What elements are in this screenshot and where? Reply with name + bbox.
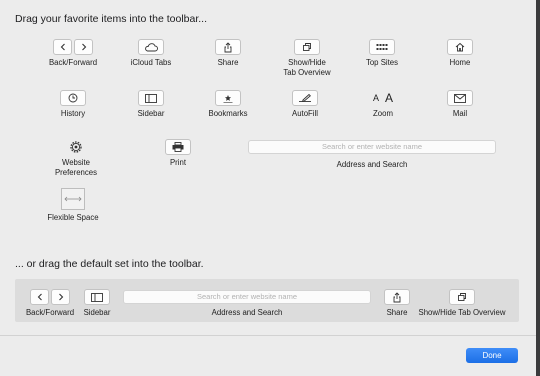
printer-icon [165, 139, 191, 155]
share-icon [215, 39, 241, 55]
home-label: Home [449, 58, 471, 67]
sidebar-icon [84, 289, 110, 305]
icloud-tabs-label: iCloud Tabs [130, 58, 172, 67]
done-button[interactable]: Done [466, 348, 518, 363]
print-item[interactable]: Print [138, 139, 218, 168]
autofill-item[interactable]: AutoFill [265, 90, 345, 119]
address-search-field[interactable]: Search or enter website name [248, 140, 496, 154]
default-set-heading: ... or drag the default set into the too… [15, 258, 204, 270]
cloud-icon [138, 39, 164, 55]
sidebar-item[interactable]: Sidebar [111, 90, 191, 119]
grid-icon [369, 39, 395, 55]
bookmark-star-icon [215, 90, 241, 106]
address-search-label: Address and Search [336, 160, 408, 169]
top-sites-label: Top Sites [365, 58, 399, 67]
back-forward-item[interactable]: Back/Forward [33, 39, 113, 68]
tab-overview-label: Show/Hide Tab Overview [283, 58, 331, 77]
bookmarks-item[interactable]: Bookmarks [188, 90, 268, 119]
default-address-search-field[interactable]: Search or enter website name [123, 290, 371, 304]
flexible-space-item[interactable]: Flexible Space [33, 188, 113, 223]
top-sites-item[interactable]: Top Sites [342, 39, 422, 68]
default-tab-overview-label: Show/Hide Tab Overview [418, 308, 506, 317]
zoom-out-glyph: A [372, 93, 379, 103]
icloud-tabs-item[interactable]: iCloud Tabs [111, 39, 191, 68]
share-item[interactable]: Share [188, 39, 268, 68]
website-preferences-item[interactable]: Website Preferences [36, 139, 116, 177]
zoom-in-glyph: A [385, 91, 394, 105]
tab-overview-icon [449, 289, 475, 305]
window-edge [536, 0, 540, 376]
history-item[interactable]: History [33, 90, 113, 119]
share-icon [384, 289, 410, 305]
tab-overview-item[interactable]: Show/Hide Tab Overview [267, 39, 347, 77]
sidebar-icon [138, 90, 164, 106]
favorites-heading: Drag your favorite items into the toolba… [15, 13, 208, 25]
tab-overview-icon [294, 39, 320, 55]
forward-arrow-icon [74, 39, 93, 55]
default-tab-overview[interactable]: Show/Hide Tab Overview [412, 289, 512, 318]
history-label: History [60, 109, 86, 118]
sidebar-label: Sidebar [137, 109, 165, 118]
home-icon [447, 39, 473, 55]
flexible-space-arrows-icon [61, 188, 85, 210]
home-item[interactable]: Home [420, 39, 500, 68]
mail-label: Mail [452, 109, 468, 118]
back-arrow-icon [30, 289, 49, 305]
footer-divider [0, 335, 536, 336]
back-forward-label: Back/Forward [48, 58, 98, 67]
flexible-space-label: Flexible Space [47, 213, 99, 222]
website-preferences-label: Website Preferences [54, 158, 98, 177]
print-label: Print [169, 158, 187, 167]
clock-icon [60, 90, 86, 106]
envelope-icon [447, 90, 473, 106]
default-address-search-label: Address and Search [211, 308, 283, 317]
customize-toolbar-sheet: Drag your favorite items into the toolba… [0, 0, 536, 376]
autofill-pen-icon [292, 90, 318, 106]
bookmarks-label: Bookmarks [208, 109, 248, 118]
autofill-label: AutoFill [292, 109, 318, 118]
gear-icon [68, 139, 84, 155]
back-arrow-icon [53, 39, 72, 55]
zoom-item[interactable]: A A Zoom [343, 90, 423, 119]
zoom-label: Zoom [373, 109, 393, 118]
share-label: Share [217, 58, 239, 67]
mail-item[interactable]: Mail [420, 90, 500, 119]
